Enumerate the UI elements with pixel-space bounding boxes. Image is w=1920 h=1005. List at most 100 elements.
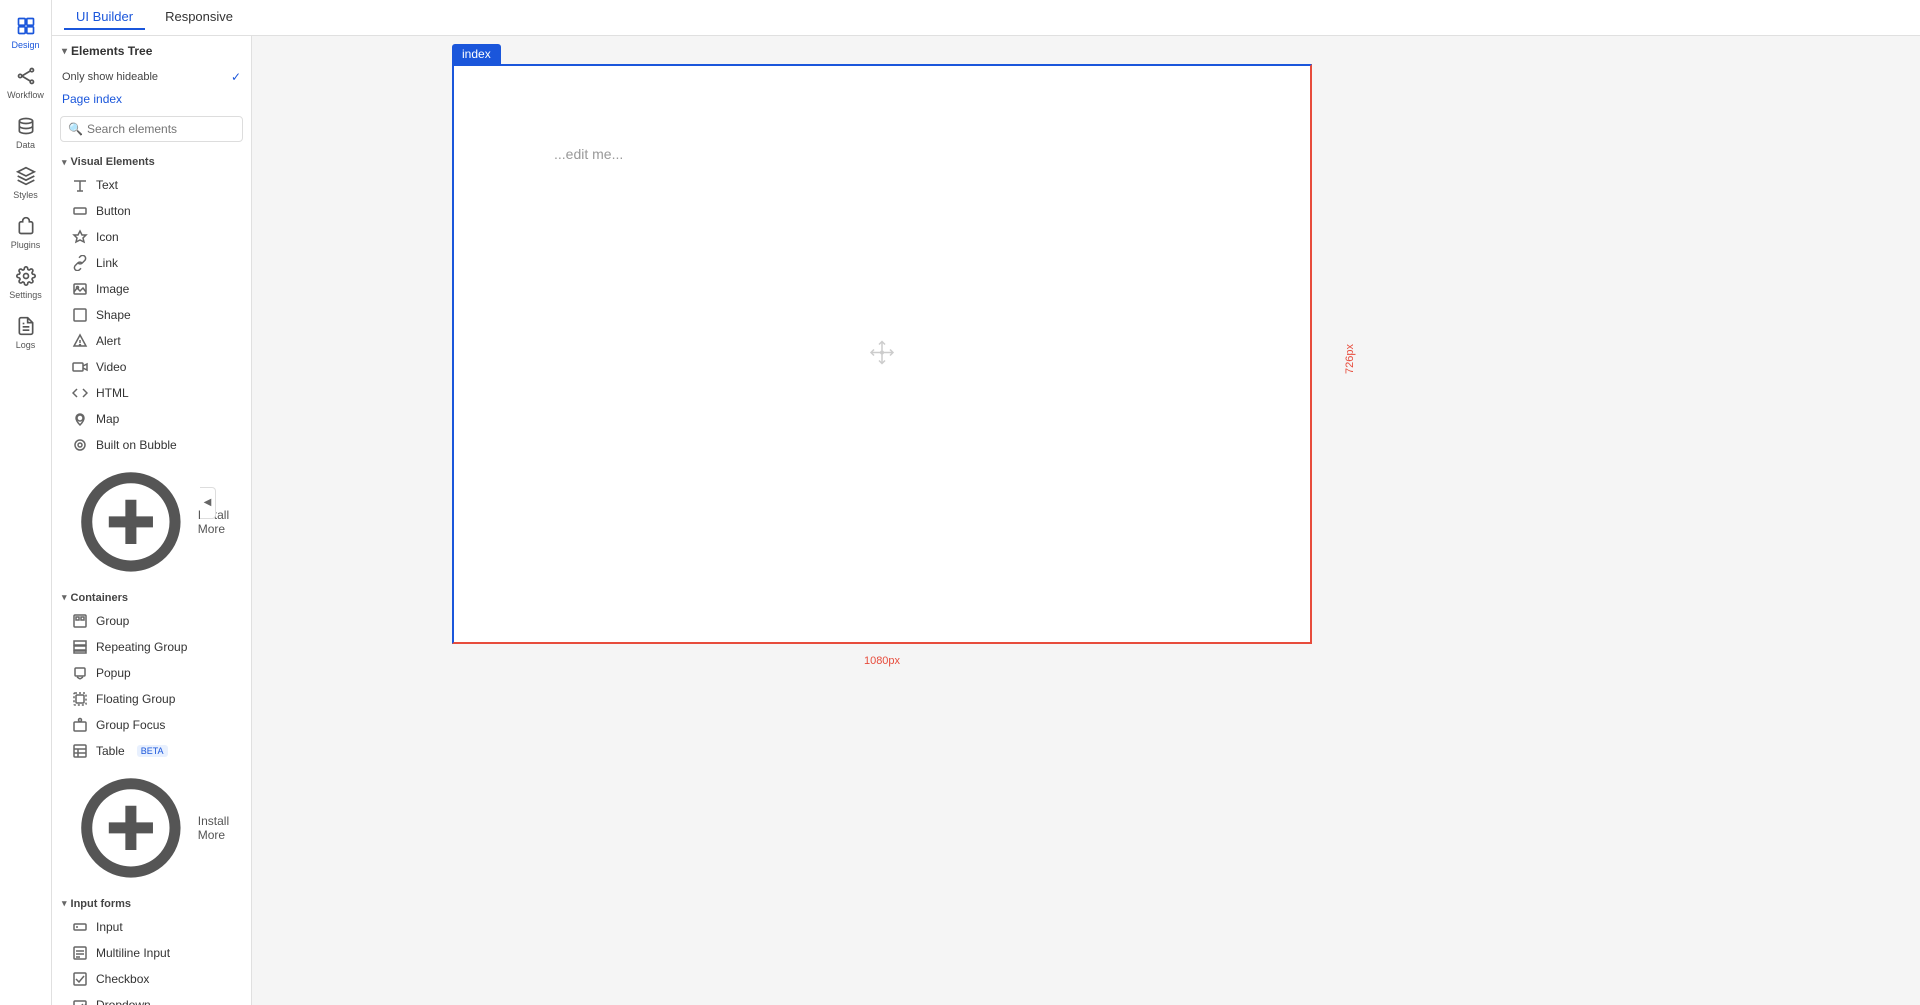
sidebar-item-data[interactable]: Data xyxy=(0,108,51,158)
main-panel: UI Builder Responsive ▾ Elements Tree On… xyxy=(52,0,1920,1005)
input-icon xyxy=(72,919,88,935)
element-repeating-group[interactable]: Repeating Group xyxy=(52,634,251,660)
sidebar-item-design[interactable]: Design xyxy=(0,8,51,58)
design-label: Design xyxy=(11,40,39,50)
element-group-focus[interactable]: Group Focus xyxy=(52,712,251,738)
popup-icon xyxy=(72,665,88,681)
input-label: Input xyxy=(96,920,123,934)
toggle-check-icon[interactable]: ✓ xyxy=(231,70,241,84)
dropdown-label: Dropdown xyxy=(96,998,151,1005)
element-map[interactable]: Map xyxy=(52,406,251,432)
text-icon xyxy=(72,177,88,193)
tab-ui-builder[interactable]: UI Builder xyxy=(64,5,145,30)
data-label: Data xyxy=(16,140,35,150)
input-forms-label: Input forms xyxy=(71,898,132,910)
element-group[interactable]: Group xyxy=(52,608,251,634)
html-icon xyxy=(72,385,88,401)
dropdown-icon xyxy=(72,997,88,1005)
element-checkbox[interactable]: Checkbox xyxy=(52,966,251,992)
button-icon xyxy=(72,203,88,219)
alert-label: Alert xyxy=(96,334,121,348)
plugins-label: Plugins xyxy=(11,240,41,250)
map-label: Map xyxy=(96,412,119,426)
top-bar: UI Builder Responsive xyxy=(52,0,1920,36)
html-label: HTML xyxy=(96,386,129,400)
element-shape[interactable]: Shape xyxy=(52,302,251,328)
element-icon[interactable]: Icon xyxy=(52,224,251,250)
sidebar-item-settings[interactable]: Settings xyxy=(0,258,51,308)
button-label: Button xyxy=(96,204,131,218)
toggle-row: Only show hideable ✓ xyxy=(52,66,251,90)
logs-label: Logs xyxy=(16,340,36,350)
video-icon xyxy=(72,359,88,375)
containers-section: ▾ Containers xyxy=(52,586,251,608)
styles-label: Styles xyxy=(13,190,38,200)
element-built-on-bubble[interactable]: Built on Bubble xyxy=(52,432,251,458)
image-label: Image xyxy=(96,282,129,296)
group-icon xyxy=(72,613,88,629)
text-label: Text xyxy=(96,178,118,192)
install-more-visual[interactable]: Install More xyxy=(52,458,251,586)
install-more-containers-label: Install More xyxy=(198,814,241,842)
built-on-bubble-label: Built on Bubble xyxy=(96,438,177,452)
repeating-group-icon xyxy=(72,639,88,655)
search-input[interactable] xyxy=(60,116,243,142)
table-label: Table xyxy=(96,744,125,758)
element-multiline-input[interactable]: Multiline Input xyxy=(52,940,251,966)
content-area: ▾ Elements Tree Only show hideable ✓ Pag… xyxy=(52,36,1920,1005)
element-html[interactable]: HTML xyxy=(52,380,251,406)
canvas-height-label: 726px xyxy=(1344,344,1356,374)
icon-sidebar: Design Workflow Data Styles Plugins xyxy=(0,0,52,1005)
table-icon xyxy=(72,743,88,759)
workflow-label: Workflow xyxy=(7,90,44,100)
map-icon xyxy=(72,411,88,427)
element-input[interactable]: Input xyxy=(52,914,251,940)
element-text[interactable]: Text xyxy=(52,172,251,198)
canvas-wrapper: ...edit me... xyxy=(452,64,1312,667)
element-button[interactable]: Button xyxy=(52,198,251,224)
floating-group-icon xyxy=(72,691,88,707)
collapse-handle[interactable]: ◀ xyxy=(200,487,216,519)
video-label: Video xyxy=(96,360,126,374)
link-icon xyxy=(72,255,88,271)
canvas-area: index ...edit me... xyxy=(252,36,1920,1005)
bubble-icon xyxy=(72,437,88,453)
sidebar-item-workflow[interactable]: Workflow xyxy=(0,58,51,108)
element-image[interactable]: Image xyxy=(52,276,251,302)
elements-tree-label: Elements Tree xyxy=(71,44,152,58)
group-label: Group xyxy=(96,614,129,628)
canvas-tab[interactable]: index xyxy=(452,44,501,64)
icon-icon xyxy=(72,229,88,245)
page-index-link[interactable]: Page index xyxy=(52,90,251,112)
settings-label: Settings xyxy=(9,290,42,300)
element-popup[interactable]: Popup xyxy=(52,660,251,686)
tab-responsive[interactable]: Responsive xyxy=(153,5,245,30)
checkbox-icon xyxy=(72,971,88,987)
elements-list: ▾ Visual Elements Text Button xyxy=(52,150,251,1005)
multiline-input-label: Multiline Input xyxy=(96,946,170,960)
toggle-label: Only show hideable xyxy=(62,71,158,83)
visual-elements-label: Visual Elements xyxy=(71,156,155,168)
repeating-group-label: Repeating Group xyxy=(96,640,187,654)
ve-chevron-icon: ▾ xyxy=(62,157,67,168)
element-video[interactable]: Video xyxy=(52,354,251,380)
sidebar-item-styles[interactable]: Styles xyxy=(0,158,51,208)
checkbox-label: Checkbox xyxy=(96,972,149,986)
element-alert[interactable]: Alert xyxy=(52,328,251,354)
element-floating-group[interactable]: Floating Group xyxy=(52,686,251,712)
canvas-width-label: 1080px xyxy=(864,655,900,667)
icon-label: Icon xyxy=(96,230,119,244)
install-more-containers[interactable]: Install More xyxy=(52,764,251,892)
canvas-placeholder: ...edit me... xyxy=(554,146,623,162)
canvas-frame[interactable]: ...edit me... xyxy=(452,64,1312,644)
element-table[interactable]: Table BETA xyxy=(52,738,251,764)
search-bar: 🔍 xyxy=(60,116,243,142)
shape-label: Shape xyxy=(96,308,131,322)
search-icon: 🔍 xyxy=(68,122,83,136)
containers-label: Containers xyxy=(71,592,128,604)
sidebar-item-plugins[interactable]: Plugins xyxy=(0,208,51,258)
shape-icon xyxy=(72,307,88,323)
element-link[interactable]: Link xyxy=(52,250,251,276)
sidebar-item-logs[interactable]: Logs xyxy=(0,308,51,358)
element-dropdown[interactable]: Dropdown xyxy=(52,992,251,1005)
